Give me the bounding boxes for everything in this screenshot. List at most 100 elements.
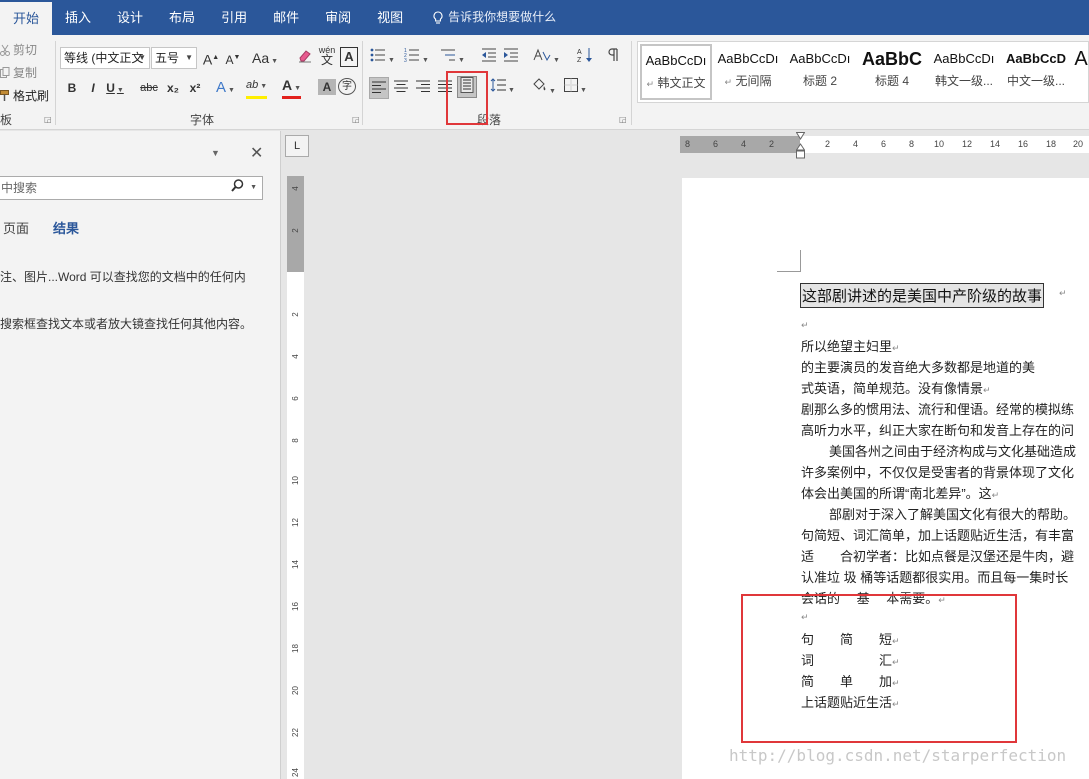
tab-design[interactable]: 设计 — [104, 0, 156, 35]
bold-button[interactable]: B — [63, 77, 81, 99]
pane-options-icon[interactable]: ▼ — [211, 148, 220, 158]
char-shading-button[interactable]: A — [318, 79, 336, 95]
subscript-button[interactable]: x₂ — [164, 77, 182, 99]
tab-results[interactable]: 结果 — [53, 218, 79, 237]
ruler-number: 8 — [685, 139, 691, 149]
multilevel-list-button[interactable]: ▼ — [440, 47, 465, 69]
ruler-number: 16 — [1018, 139, 1029, 149]
char-border-button[interactable]: A — [340, 47, 358, 67]
ruler-number: 20 — [1073, 139, 1084, 149]
document-line[interactable]: 剧那么多的惯用法、流行和俚语。经常的模拟练 — [801, 399, 1074, 418]
selected-title-text[interactable]: 这部剧讲述的是美国中产阶级的故事 — [800, 283, 1045, 308]
document-line[interactable]: 美国各州之间由于经济构成与文化基础造成 — [829, 441, 1076, 460]
align-left-button[interactable] — [369, 77, 389, 99]
strikethrough-button[interactable]: abc — [140, 77, 158, 99]
decrease-indent-button[interactable] — [480, 47, 498, 69]
ruler-number: 18 — [291, 644, 300, 653]
font-size-combo[interactable]: 五号 ▼ — [151, 47, 197, 69]
style-name: 中文一级... — [1006, 74, 1065, 88]
align-right-button[interactable] — [414, 77, 432, 99]
clipboard-launcher-icon[interactable]: ◲ — [44, 115, 52, 124]
borders-button[interactable]: ▼ — [564, 77, 587, 99]
increase-indent-button[interactable] — [502, 47, 520, 69]
show-marks-button[interactable] — [604, 47, 622, 69]
change-case-button[interactable]: Aa ▼ — [252, 47, 278, 69]
tab-insert[interactable]: 插入 — [52, 0, 104, 35]
asian-layout-button[interactable]: ▼ — [533, 47, 560, 69]
document-line[interactable]: 句简短、词汇简单，加上话题贴近生活，有丰富 — [801, 525, 1074, 544]
paragraph-launcher-icon[interactable]: ◲ — [619, 115, 627, 124]
indent-marker-icon[interactable] — [796, 132, 805, 159]
annotation-highlight-box — [741, 594, 1017, 743]
borders-icon — [564, 78, 578, 92]
ruler-number: 8 — [909, 139, 915, 149]
horizontal-ruler[interactable]: 8 6 4 2 2 4 6 8 10 12 14 16 18 20 — [680, 136, 1089, 153]
font-color-button[interactable]: A ▼ — [282, 77, 302, 99]
copy-button[interactable]: 复制 — [0, 64, 37, 81]
line-spacing-button[interactable]: ▼ — [490, 77, 515, 99]
tell-me-box[interactable]: 告诉我你想要做什么 — [416, 0, 556, 35]
style-more[interactable]: A — [1072, 44, 1089, 100]
ruler-number: 14 — [990, 139, 1001, 149]
asian-layout-icon — [533, 48, 551, 62]
document-line[interactable]: 体会出美国的所谓“南北差异”。这↵ — [801, 483, 999, 502]
numbering-button[interactable]: 1 2 3 ▼ — [404, 47, 429, 69]
document-line[interactable]: 的主要演员的发音绝大多数都是地道的美 — [801, 357, 1035, 376]
italic-button[interactable]: I — [84, 77, 102, 99]
sort-button[interactable]: AZ — [576, 47, 594, 69]
style-chinese-level1[interactable]: AaBbCcD 中文一级... — [1000, 44, 1072, 100]
phonetic-char: 文 — [320, 53, 333, 67]
style-heading-2[interactable]: AaBbCcDı 标题 2 — [784, 44, 856, 100]
clear-format-button[interactable] — [296, 47, 314, 69]
document-line[interactable]: 所以绝望主妇里↵ — [801, 336, 900, 355]
shrink-font-button[interactable]: A▼ — [224, 47, 242, 69]
tab-mailings[interactable]: 邮件 — [260, 0, 312, 35]
font-launcher-icon[interactable]: ◲ — [352, 115, 360, 124]
search-input[interactable]: 中搜索 ▼ — [0, 176, 263, 200]
font-group-label: 字体 — [190, 113, 215, 127]
document-line[interactable]: 式英语，简单规范。没有像情景↵ — [801, 378, 991, 397]
enclose-char-button[interactable]: 字 — [338, 78, 356, 95]
cut-button[interactable]: 剪切 — [0, 41, 37, 58]
tab-home[interactable]: 开始 — [0, 2, 53, 35]
document-line[interactable]: 认准垃 圾 桶等话题都很实用。而且每一集时长 — [801, 567, 1068, 586]
text-effects-button[interactable]: A ▼ — [216, 77, 235, 99]
vertical-ruler[interactable]: 4 2 2 4 6 8 10 12 14 16 18 20 22 24 — [287, 176, 304, 779]
tab-view[interactable]: 视图 — [364, 0, 416, 35]
style-korean-body[interactable]: AaBbCcDı ↵ 韩文正文 — [640, 44, 712, 100]
chevron-down-icon[interactable]: ▼ — [250, 177, 257, 199]
search-icon[interactable] — [231, 177, 244, 199]
tell-me-text: 告诉我你想要做什么 — [448, 10, 557, 24]
sort-icon: AZ — [577, 48, 592, 64]
style-korean-level1[interactable]: AaBbCcDı 韩文一级... — [928, 44, 1000, 100]
empty-paragraph[interactable]: ↵ — [801, 316, 809, 331]
tab-layout[interactable]: 布局 — [156, 0, 208, 35]
ruler-number: 14 — [291, 560, 300, 569]
close-icon[interactable]: ✕ — [250, 143, 263, 163]
tab-references[interactable]: 引用 — [208, 0, 260, 35]
document-line[interactable]: 高听力水平，纠正大家在断句和发音上存在的问 — [801, 420, 1074, 439]
ruler-number: 4 — [291, 354, 300, 359]
ruler-number: 4 — [853, 139, 859, 149]
tab-pages[interactable]: 页面 — [3, 218, 29, 237]
highlight-button[interactable]: ab ▼ — [246, 77, 268, 99]
align-center-button[interactable] — [392, 77, 410, 99]
style-sample: AaBbCcDı — [933, 51, 995, 66]
svg-text:A: A — [577, 49, 582, 56]
underline-button[interactable]: U ▼ — [106, 77, 124, 99]
tab-review[interactable]: 审阅 — [312, 0, 364, 35]
tab-stop-selector[interactable]: L — [285, 135, 309, 157]
style-no-spacing[interactable]: AaBbCcDı ↵ 无间隔 — [712, 44, 784, 100]
style-heading-4[interactable]: AaBbC 标题 4 — [856, 44, 928, 100]
bullets-button[interactable]: ▼ — [370, 47, 395, 69]
shading-button[interactable]: ▼ — [531, 77, 556, 99]
format-painter-button[interactable]: 格式刷 — [0, 87, 49, 104]
grow-font-button[interactable]: A▲ — [202, 47, 220, 69]
phonetic-guide-button[interactable]: wén 文 — [318, 45, 336, 67]
superscript-button[interactable]: x² — [186, 77, 204, 99]
font-name-combo[interactable]: 等线 (中文正文 ▼ — [60, 47, 150, 69]
document-line[interactable]: 许多案例中，不仅仅是受害者的背景体现了文化 — [801, 462, 1074, 481]
document-line[interactable]: 适 合初学者：比如点餐是汉堡还是牛肉，避 — [801, 546, 1074, 565]
increase-indent-icon — [504, 48, 518, 62]
document-line[interactable]: 部剧对于深入了解美国文化有很大的帮助。 — [829, 504, 1076, 523]
